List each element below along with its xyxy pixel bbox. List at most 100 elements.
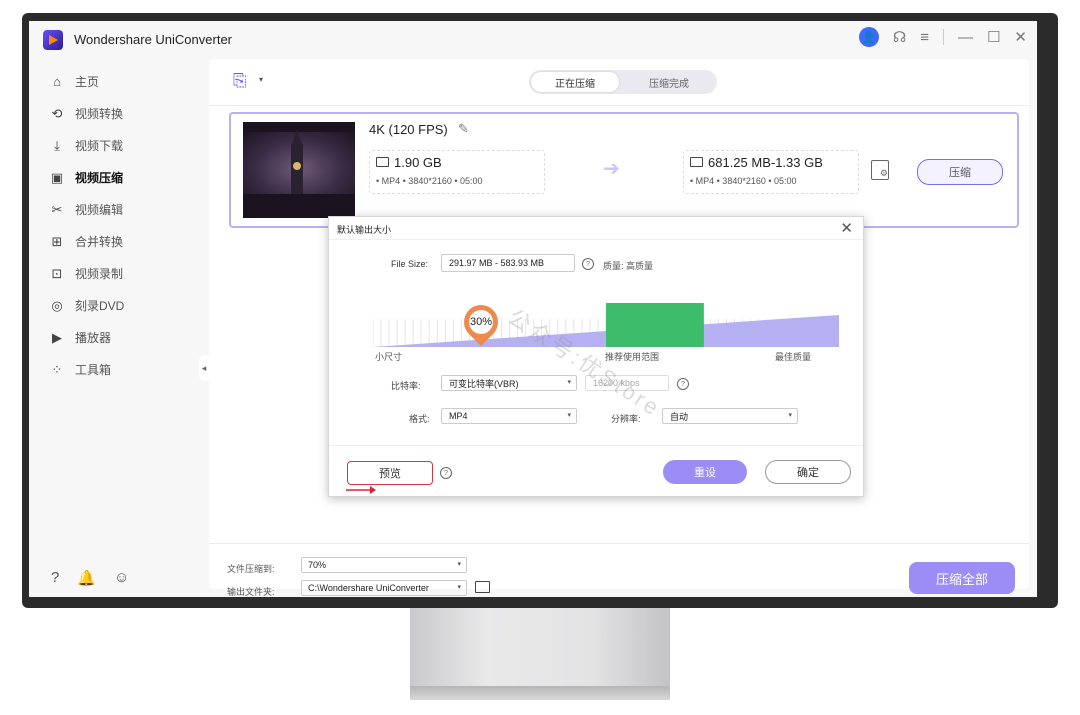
scissors-icon: ✂ [51, 201, 63, 217]
sidebar-item-home[interactable]: ⌂ 主页 [49, 73, 99, 90]
bitrate-select[interactable]: 可变比特率(VBR) ▾ [441, 375, 577, 391]
dialog-title: 默认输出大小 [337, 225, 392, 235]
sidebar-item-label: 主页 [75, 75, 100, 89]
source-info: 1.90 GB • MP4 • 3840*2160 • 05:00 [369, 150, 545, 194]
divider [209, 105, 1029, 106]
sidebar-item-merge[interactable]: ⊞ 合并转换 [49, 233, 123, 250]
tab-compressing[interactable]: 正在压缩 [531, 72, 619, 92]
slider-min-label: 小尺寸 [375, 352, 403, 362]
minimize-icon[interactable]: — [958, 29, 973, 46]
video-resolution-title: 4K (120 FPS) [369, 122, 448, 137]
thumbnail-clock [293, 162, 301, 170]
size-slider[interactable] [373, 299, 839, 347]
divider [329, 239, 863, 240]
sidebar-item-dvd[interactable]: ◎ 刻录DVD [49, 297, 124, 314]
compress-icon: ▣ [50, 169, 64, 185]
player-icon: ▶ [52, 329, 62, 345]
file-card[interactable]: 4K (120 FPS) ✎ 1.90 GB • MP4 • 3840*2160… [229, 112, 1019, 228]
dialog-close-icon[interactable]: ✕ [840, 219, 853, 237]
target-info: 681.25 MB-1.33 GB • MP4 • 3840*2160 • 05… [683, 150, 859, 194]
output-folder-value: C:\Wondershare UniConverter [308, 583, 429, 593]
bell-icon[interactable]: 🔔 [77, 569, 96, 587]
help-icon[interactable]: ? [677, 378, 689, 390]
sidebar-item-compress[interactable]: ▣ 视频压缩 [49, 169, 123, 186]
download-icon: ⤓ [54, 137, 60, 153]
sidebar: ⌂ 主页 ⟲ 视频转换 ⤓ 视频下载 ▣ 视频压缩 ✂ 视频编辑 ⊞ 合并转换 … [29, 59, 209, 597]
tab-done[interactable]: 压缩完成 [625, 72, 713, 92]
chevron-down-icon: ▾ [457, 561, 461, 568]
feedback-icon[interactable]: ☺ [114, 569, 129, 587]
sidebar-item-label: 视频录制 [75, 267, 124, 281]
compress-all-button[interactable]: 压缩全部 [909, 562, 1015, 594]
close-icon[interactable]: ✕ [1014, 28, 1027, 46]
user-avatar-icon[interactable]: 👤 [858, 27, 879, 47]
sidebar-item-convert[interactable]: ⟲ 视频转换 [49, 105, 123, 122]
monitor-stand [410, 608, 670, 686]
ok-button[interactable]: 确定 [765, 460, 851, 484]
sidebar-item-edit[interactable]: ✂ 视频编辑 [49, 201, 123, 218]
sidebar-item-label: 播放器 [75, 331, 112, 345]
sidebar-item-label: 合并转换 [75, 235, 124, 249]
file-size-field[interactable]: 291.97 MB - 583.93 MB [441, 254, 575, 272]
maximize-icon[interactable]: ☐ [987, 28, 1000, 46]
format-label: 格式: [409, 414, 430, 424]
sidebar-footer: ? 🔔 ☺ [51, 569, 129, 587]
resolution-select[interactable]: 自动 ▾ [662, 408, 798, 424]
format-select[interactable]: MP4 ▾ [441, 408, 577, 424]
compress-settings-icon[interactable]: ⚙ [871, 160, 889, 180]
edit-icon[interactable]: ✎ [458, 121, 469, 137]
chevron-down-icon: ▾ [788, 412, 792, 419]
compress-ratio-select[interactable]: 70% ▾ [301, 557, 467, 573]
sidebar-collapse-handle[interactable]: ◂ [199, 355, 209, 381]
help-icon[interactable]: ? [582, 258, 594, 270]
sidebar-item-label: 工具箱 [75, 363, 112, 377]
home-icon: ⌂ [53, 74, 61, 89]
bottom-bar: 文件压缩到: 70% ▾ 输出文件夹: C:\Wondershare UniCo… [209, 543, 1029, 597]
record-icon: ⊡ [51, 265, 63, 281]
merge-icon: ⊞ [51, 233, 63, 249]
target-meta: • MP4 • 3840*2160 • 05:00 [690, 176, 797, 186]
file-size-label: File Size: [391, 259, 429, 269]
bitrate-value: 可变比特率(VBR) [449, 378, 519, 389]
help-icon[interactable]: ? [51, 569, 59, 587]
app-title: Wondershare UniConverter [74, 32, 232, 47]
add-file-dropdown-icon[interactable]: ▾ [259, 75, 263, 84]
video-thumbnail[interactable] [243, 122, 355, 218]
reset-button[interactable]: 重设 [663, 460, 747, 484]
sidebar-item-toolbox[interactable]: ⁘ 工具箱 [49, 361, 111, 378]
open-folder-icon[interactable] [475, 581, 490, 593]
sidebar-item-label: 视频编辑 [75, 203, 124, 217]
compress-ratio-label: 文件压缩到: [227, 564, 275, 574]
source-size: 1.90 GB [394, 155, 442, 170]
help-icon[interactable]: ? [440, 467, 452, 479]
folder-icon [376, 157, 389, 167]
window-controls: 👤 ☊ ≡ — ☐ ✕ [858, 27, 1027, 47]
status-tabs: 正在压缩 压缩完成 [529, 70, 717, 94]
annotation-arrow-icon [346, 486, 376, 494]
app-logo-icon [43, 30, 63, 50]
titlebar-divider [942, 29, 944, 45]
compress-ratio-value: 70% [308, 560, 327, 570]
sidebar-item-record[interactable]: ⊡ 视频录制 [49, 265, 123, 282]
sidebar-item-download[interactable]: ⤓ 视频下载 [49, 137, 123, 154]
folder-icon [690, 157, 703, 167]
bitrate-label: 比特率: [391, 381, 421, 391]
toolbox-icon: ⁘ [51, 361, 63, 377]
divider [209, 543, 1029, 544]
menu-icon[interactable]: ≡ [920, 29, 929, 46]
quality-text: 质量: 高质量 [603, 261, 654, 271]
add-file-icon[interactable]: ⎘ [233, 71, 247, 91]
sidebar-item-label: 视频压缩 [75, 171, 124, 185]
support-headset-icon[interactable]: ☊ [893, 28, 906, 46]
source-meta: • MP4 • 3840*2160 • 05:00 [376, 176, 483, 186]
monitor-stand-base [410, 686, 670, 700]
chevron-down-icon: ▾ [567, 412, 571, 419]
output-folder-label: 输出文件夹: [227, 587, 275, 597]
output-folder-select[interactable]: C:\Wondershare UniConverter ▾ [301, 580, 467, 596]
preview-button[interactable]: 预览 [347, 461, 433, 485]
chevron-down-icon: ▾ [457, 584, 461, 591]
slider-max-label: 最佳质量 [775, 352, 812, 362]
sidebar-item-player[interactable]: ▶ 播放器 [49, 329, 111, 346]
compress-button[interactable]: 压缩 [917, 159, 1003, 185]
sidebar-item-label: 视频下载 [75, 139, 124, 153]
